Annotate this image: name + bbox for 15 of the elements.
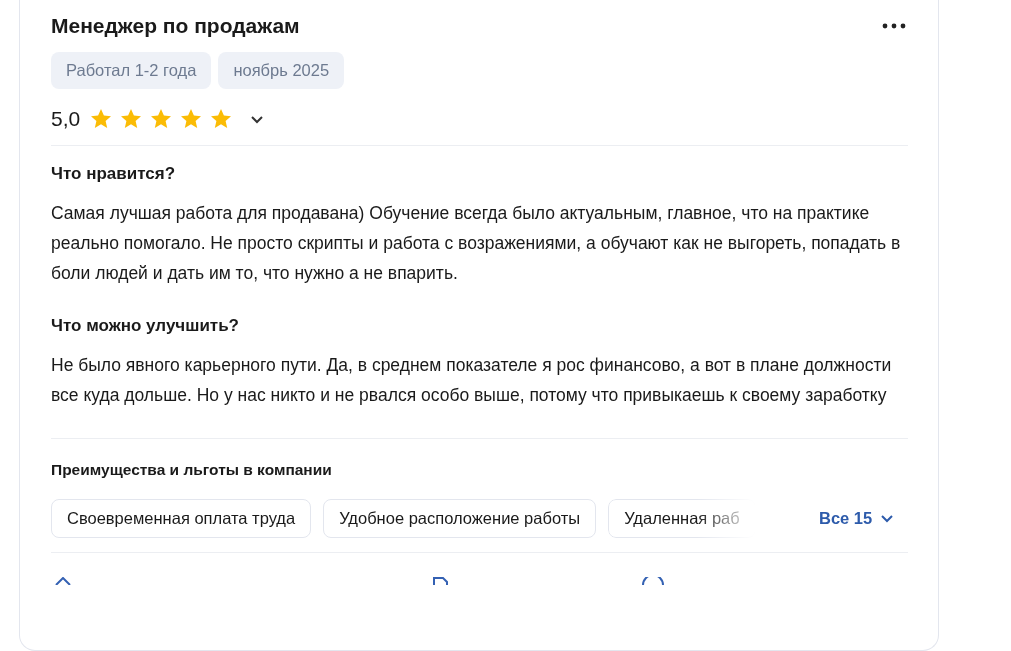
review-text: Не было явного карьерного пути. Да, в среднем показателе я рос финансово, а вот в плане должности все куда дольше. Но у нас никто и не рвался особо выше, потому что привыкаешь к своему заработку [51, 354, 893, 407]
benefits-heading: Преимущества и льготы в компании [51, 461, 333, 479]
section-heading: Что нравится? [51, 164, 177, 184]
chevron-down-icon [250, 114, 265, 124]
chevron-down-icon [880, 514, 895, 523]
show-all-button[interactable]: Все 15 [819, 509, 895, 528]
review-text: Самая лучшая работа для продавана) Обучение всегда было актуальным, главное, что на практике реально помогало. Не просто скрипты и работа с возражениями, а обучают как не выгореть, попадать в боли людей и дать им то, что нужно а не впарить. [51, 202, 902, 285]
benefit-chip: Удобное расположение работы [323, 499, 597, 538]
tag: ноябрь 2025 [218, 52, 345, 89]
rating-score: 5,0 [51, 107, 81, 131]
section-heading: Что можно улучшить? [51, 316, 240, 336]
more-icon [882, 23, 906, 29]
job-title: Менеджер по продажам [51, 14, 300, 38]
benefit-chip: Своевременная оплата труда [51, 499, 312, 538]
tag: Работал 1-2 года [51, 52, 212, 89]
